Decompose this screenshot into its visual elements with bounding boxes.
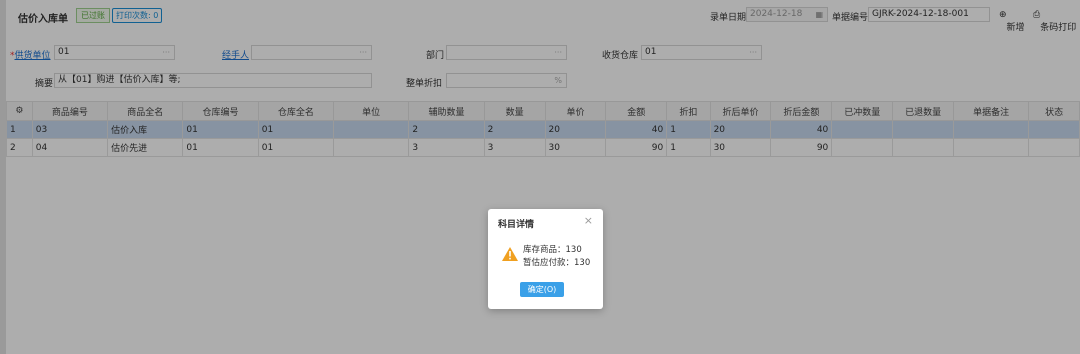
- ok-button[interactable]: 确定(O): [520, 282, 564, 297]
- account-detail-dialog: 科目详情 × 库存商品：130 暂估应付款：130 确定(O): [488, 209, 603, 309]
- dialog-line-payable: 暂估应付款：130: [523, 258, 591, 268]
- close-icon[interactable]: ×: [584, 214, 593, 227]
- warning-icon: [502, 247, 518, 261]
- dialog-line-inventory: 库存商品：130: [523, 245, 582, 255]
- dialog-title: 科目详情: [498, 220, 535, 230]
